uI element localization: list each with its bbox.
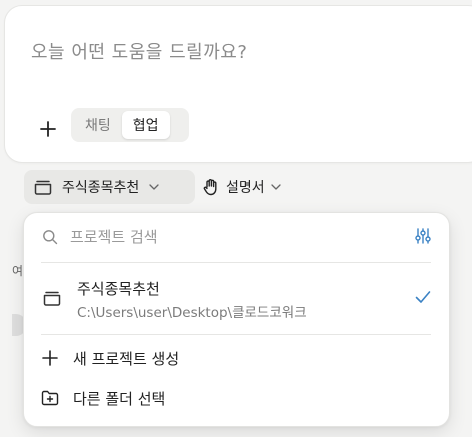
plus-icon (42, 350, 58, 366)
chevron-down-icon (270, 184, 281, 190)
guide-selector-label: 설명서 (226, 180, 265, 196)
background-text-fragment: 여 (12, 264, 24, 278)
divider (41, 262, 431, 263)
choose-folder-button[interactable]: 다른 폴더 선택 (41, 384, 431, 412)
chevron-down-icon (149, 184, 159, 190)
message-composer[interactable]: 오늘 어떤 도움을 드릴까요? 채팅 협업 (4, 5, 472, 163)
project-path: C:\Users\user\Desktop\클로드코워크 (77, 305, 307, 321)
choose-folder-label: 다른 폴더 선택 (73, 389, 166, 408)
checkmark-icon (415, 291, 431, 303)
project-dropdown: 주식종목추천 C:\Users\user\Desktop\클로드코워크 새 프로… (23, 212, 450, 427)
new-project-button[interactable]: 새 프로젝트 생성 (41, 344, 431, 372)
project-list-item[interactable]: 주식종목추천 C:\Users\user\Desktop\클로드코워크 (41, 268, 431, 324)
divider (41, 334, 431, 335)
project-selector-button[interactable]: 주식종목추천 (24, 170, 195, 204)
mode-collab-tab[interactable]: 협업 (121, 111, 170, 139)
search-icon (43, 230, 58, 245)
mode-toggle: 채팅 협업 (71, 108, 189, 142)
mode-chat-tab[interactable]: 채팅 (74, 111, 122, 139)
add-attachment-button[interactable] (35, 116, 61, 142)
project-search (42, 225, 432, 249)
composer-placeholder[interactable]: 오늘 어떤 도움을 드릴까요? (31, 38, 247, 64)
folder-icon (34, 180, 52, 195)
hand-icon (203, 179, 217, 196)
guide-selector-button[interactable]: 설명서 (202, 170, 281, 204)
new-project-label: 새 프로젝트 생성 (73, 349, 180, 368)
folder-plus-icon (41, 390, 59, 406)
project-selector-label: 주식종목추천 (62, 180, 140, 196)
project-name: 주식종목추천 (77, 280, 160, 298)
filter-settings-icon[interactable] (414, 227, 432, 245)
project-search-input[interactable] (68, 227, 392, 247)
folder-icon (43, 291, 61, 306)
plus-icon (40, 121, 56, 137)
